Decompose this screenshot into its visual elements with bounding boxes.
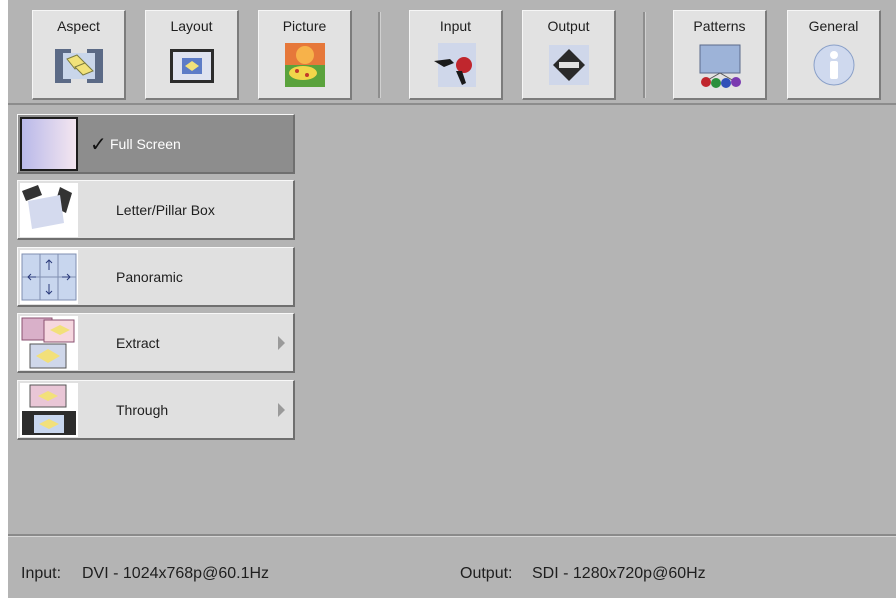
status-output-label: Output: — [460, 565, 513, 582]
toolbar-general-button[interactable]: General — [787, 10, 881, 100]
toolbar-separator — [378, 12, 381, 98]
layout-icon — [170, 49, 214, 83]
menu-item-through[interactable]: Through — [17, 380, 295, 440]
toolbar-output-label: Output — [547, 18, 590, 34]
toolbar-input-button[interactable]: Input — [409, 10, 503, 100]
submenu-arrow-icon — [278, 336, 285, 350]
menu-item-letter-pillar-box[interactable]: Letter/Pillar Box — [17, 180, 295, 240]
through-thumb-icon — [20, 383, 78, 437]
app-window: Aspect Layout Picture Input Output Patte… — [8, 0, 896, 598]
menu-item-full-screen[interactable]: ✓ Full Screen — [17, 114, 295, 174]
input-icon — [434, 43, 476, 87]
menu-item-label: Extract — [116, 335, 160, 351]
toolbar-picture-button[interactable]: Picture — [258, 10, 352, 100]
toolbar-layout-button[interactable]: Layout — [145, 10, 239, 100]
toolbar-layout-label: Layout — [170, 18, 213, 34]
check-icon: ✓ — [90, 134, 107, 156]
toolbar-separator — [643, 12, 646, 98]
toolbar-divider — [8, 103, 896, 105]
toolbar-general-label: General — [808, 18, 859, 34]
main-toolbar: Aspect Layout Picture Input Output Patte… — [8, 0, 896, 104]
extract-thumb-icon — [20, 316, 78, 370]
toolbar-input-label: Input — [439, 18, 472, 34]
info-icon — [813, 44, 855, 86]
submenu-arrow-icon — [278, 403, 285, 417]
toolbar-picture-label: Picture — [282, 18, 327, 34]
menu-item-label: Letter/Pillar Box — [116, 202, 215, 218]
status-input-value: DVI - 1024x768p@60.1Hz — [82, 565, 270, 582]
aspect-icon — [55, 49, 103, 83]
status-output-value: SDI - 1280x720p@60Hz — [532, 565, 706, 582]
toolbar-patterns-label: Patterns — [693, 18, 746, 34]
toolbar-output-button[interactable]: Output — [522, 10, 616, 100]
menu-item-panoramic[interactable]: Panoramic — [17, 247, 295, 307]
patterns-icon — [699, 44, 741, 88]
menu-item-label: Full Screen — [110, 136, 181, 152]
menu-item-label: Through — [116, 402, 169, 418]
letter-pillar-box-thumb-icon — [20, 183, 78, 237]
panoramic-thumb-icon — [20, 250, 78, 304]
status-input-label: Input: — [21, 565, 62, 582]
output-icon — [549, 45, 589, 85]
menu-item-label: Panoramic — [116, 269, 183, 285]
status-bar: Input: DVI - 1024x768p@60.1Hz Output: SD… — [8, 537, 896, 598]
picture-icon — [285, 43, 325, 87]
menu-item-extract[interactable]: Extract — [17, 313, 295, 373]
toolbar-patterns-button[interactable]: Patterns — [673, 10, 767, 100]
toolbar-aspect-button[interactable]: Aspect — [32, 10, 126, 100]
toolbar-aspect-label: Aspect — [57, 18, 100, 34]
full-screen-thumb-icon — [20, 117, 78, 171]
